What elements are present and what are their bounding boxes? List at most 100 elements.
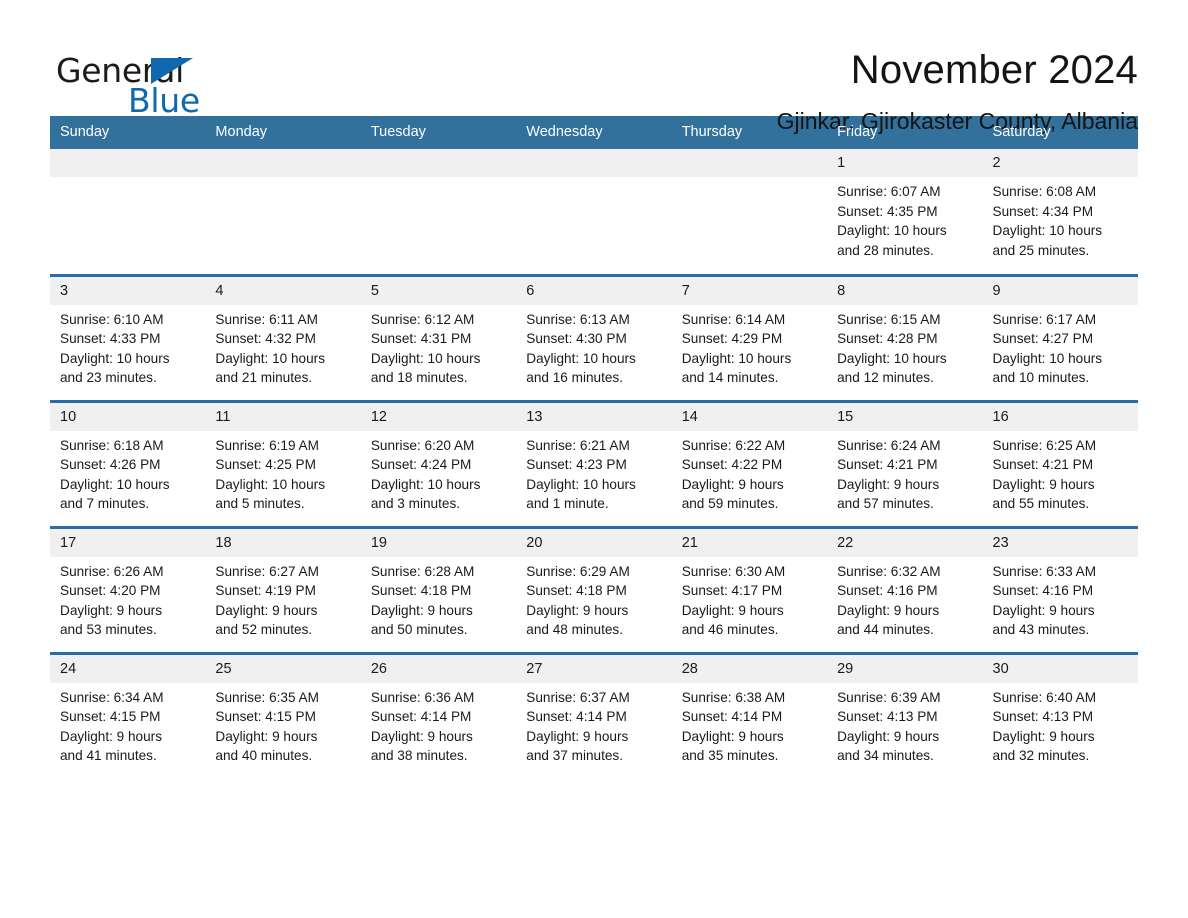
day-cell[interactable]: 21 Sunrise: 6:30 AM Sunset: 4:17 PM Dayligh… bbox=[671, 525, 828, 653]
day-cell[interactable]: 9 Sunrise: 6:17 AM Sunset: 4:27 PM Daylight… bbox=[982, 273, 1138, 401]
sunrise-text: Sunrise: 6:25 AM bbox=[992, 437, 1097, 453]
day-cell[interactable] bbox=[516, 149, 672, 275]
day-number: 12 bbox=[360, 402, 517, 431]
day-details: Sunrise: 6:14 AM Sunset: 4:29 PM Daylight:… bbox=[672, 305, 827, 388]
day-cell[interactable] bbox=[671, 149, 828, 275]
sunrise-text: Sunrise: 6:33 AM bbox=[992, 563, 1097, 579]
day-number: 15 bbox=[827, 402, 983, 431]
day-cell[interactable]: 29 Sunrise: 6:39 AM Sunset: 4:13 PM Dayligh… bbox=[827, 651, 983, 780]
day-number: 7 bbox=[671, 276, 828, 305]
sunrise-text: Sunrise: 6:12 AM bbox=[370, 311, 475, 327]
day-cell[interactable]: 20 Sunrise: 6:29 AM Sunset: 4:18 PM Dayligh… bbox=[516, 525, 672, 653]
day-number bbox=[516, 149, 672, 177]
day-cell-inner: 12 Sunrise: 6:20 AM Sunset: 4:24 PM Dayligh… bbox=[360, 402, 517, 526]
daylight-text-line1: Daylight: 10 hours bbox=[992, 350, 1103, 366]
day-number: 26 bbox=[360, 654, 517, 683]
day-number: 20 bbox=[516, 528, 672, 557]
daylight-text-line1: Daylight: 10 hours bbox=[526, 476, 636, 492]
day-cell[interactable]: 19 Sunrise: 6:28 AM Sunset: 4:18 PM Dayligh… bbox=[360, 525, 517, 653]
sunset-text: Sunset: 4:24 PM bbox=[370, 457, 472, 473]
day-cell[interactable]: 25 Sunrise: 6:35 AM Sunset: 4:15 PM Dayligh… bbox=[205, 651, 361, 779]
day-cell[interactable] bbox=[205, 149, 361, 275]
day-number: 3 bbox=[50, 276, 206, 305]
sunrise-text: Sunrise: 6:40 AM bbox=[992, 689, 1097, 705]
daylight-text-line1: Daylight: 10 hours bbox=[837, 350, 947, 366]
daylight-text-line2: and 57 minutes. bbox=[837, 496, 934, 512]
day-details: Sunrise: 6:35 AM Sunset: 4:15 PM Daylight:… bbox=[205, 683, 360, 766]
daylight-text-line1: Daylight: 10 hours bbox=[60, 350, 170, 366]
sunrise-text: Sunrise: 6:21 AM bbox=[526, 437, 630, 453]
day-cell[interactable]: 30 Sunrise: 6:40 AM Sunset: 4:13 PM Dayligh… bbox=[982, 651, 1138, 779]
day-cell[interactable]: 2 Sunrise: 6:08 AM Sunset: 4:34 PM Daylight… bbox=[982, 149, 1138, 275]
daylight-text-line1: Daylight: 9 hours bbox=[681, 476, 784, 492]
day-cell[interactable]: 3 Sunrise: 6:10 AM Sunset: 4:33 PM Daylight… bbox=[50, 273, 206, 401]
day-number: 4 bbox=[205, 276, 361, 305]
daylight-text-line2: and 48 minutes. bbox=[526, 622, 623, 638]
day-cell[interactable]: 5 Sunrise: 6:12 AM Sunset: 4:31 PM Daylight… bbox=[360, 273, 517, 401]
sunset-text: Sunset: 4:19 PM bbox=[215, 583, 316, 599]
sunrise-text: Sunrise: 6:11 AM bbox=[215, 311, 318, 327]
sunset-text: Sunset: 4:29 PM bbox=[681, 331, 783, 347]
day-number bbox=[205, 149, 361, 177]
day-cell[interactable]: 15 Sunrise: 6:24 AM Sunset: 4:21 PM Dayligh… bbox=[827, 399, 983, 527]
sunrise-text: Sunrise: 6:14 AM bbox=[681, 311, 786, 327]
day-cell[interactable]: 10 Sunrise: 6:18 AM Sunset: 4:26 PM Dayligh… bbox=[50, 399, 206, 527]
day-cell[interactable]: 1 Sunrise: 6:07 AM Sunset: 4:35 PM Daylight… bbox=[827, 149, 983, 275]
daylight-text-line1: Daylight: 9 hours bbox=[837, 476, 940, 492]
day-cell[interactable]: 18 Sunrise: 6:27 AM Sunset: 4:19 PM Dayligh… bbox=[205, 525, 361, 653]
day-number: 22 bbox=[827, 528, 983, 557]
day-details: Sunrise: 6:25 AM Sunset: 4:21 PM Daylight:… bbox=[983, 431, 1138, 514]
day-details: Sunrise: 6:39 AM Sunset: 4:13 PM Daylight:… bbox=[827, 683, 982, 766]
day-number: 6 bbox=[516, 276, 672, 305]
day-cell[interactable]: 4 Sunrise: 6:11 AM Sunset: 4:32 PM Daylight… bbox=[205, 273, 361, 401]
day-cell[interactable]: 22 Sunrise: 6:32 AM Sunset: 4:16 PM Dayligh… bbox=[827, 525, 983, 653]
day-cell-inner: 29 Sunrise: 6:39 AM Sunset: 4:13 PM Dayligh… bbox=[827, 654, 983, 780]
day-cell[interactable]: 7 Sunrise: 6:14 AM Sunset: 4:29 PM Daylight… bbox=[671, 273, 828, 401]
day-details: Sunrise: 6:07 AM Sunset: 4:35 PM Daylight:… bbox=[827, 177, 982, 260]
sunrise-text: Sunrise: 6:22 AM bbox=[681, 437, 786, 453]
day-cell[interactable]: 26 Sunrise: 6:36 AM Sunset: 4:14 PM Dayligh… bbox=[360, 651, 517, 779]
daylight-text-line2: and 46 minutes. bbox=[681, 622, 779, 638]
day-cell[interactable]: 14 Sunrise: 6:22 AM Sunset: 4:22 PM Dayligh… bbox=[671, 399, 828, 527]
day-details: Sunrise: 6:21 AM Sunset: 4:23 PM Daylight:… bbox=[516, 431, 671, 514]
daylight-text-line2: and 35 minutes. bbox=[681, 748, 779, 764]
day-number: 18 bbox=[205, 528, 361, 557]
day-cell[interactable]: 24 Sunrise: 6:34 AM Sunset: 4:15 PM Dayligh… bbox=[50, 651, 206, 779]
day-cell[interactable]: 6 Sunrise: 6:13 AM Sunset: 4:30 PM Daylight… bbox=[516, 273, 672, 401]
week-row: 1 Sunrise: 6:07 AM Sunset: 4:35 PM Daylight… bbox=[50, 149, 1138, 275]
day-cell[interactable]: 23 Sunrise: 6:33 AM Sunset: 4:16 PM Dayligh… bbox=[982, 525, 1138, 653]
day-cell[interactable]: 8 Sunrise: 6:15 AM Sunset: 4:28 PM Daylight… bbox=[827, 273, 983, 401]
sunset-text: Sunset: 4:17 PM bbox=[681, 583, 783, 599]
generalblue-logo[interactable]: General Blue bbox=[50, 46, 210, 118]
day-cell[interactable]: 16 Sunrise: 6:25 AM Sunset: 4:21 PM Dayligh… bbox=[982, 399, 1138, 527]
sunrise-text: Sunrise: 6:34 AM bbox=[60, 689, 164, 705]
calendar-body: 1 Sunrise: 6:07 AM Sunset: 4:35 PM Daylight… bbox=[50, 149, 1138, 779]
day-number: 23 bbox=[982, 528, 1138, 557]
day-cell[interactable] bbox=[50, 149, 206, 275]
sunrise-text: Sunrise: 6:39 AM bbox=[837, 689, 941, 705]
sunset-text: Sunset: 4:26 PM bbox=[60, 457, 161, 473]
day-number: 10 bbox=[50, 402, 206, 431]
daylight-text-line1: Daylight: 9 hours bbox=[60, 728, 163, 744]
day-cell[interactable]: 17 Sunrise: 6:26 AM Sunset: 4:20 PM Dayligh… bbox=[50, 525, 206, 653]
day-cell[interactable]: 13 Sunrise: 6:21 AM Sunset: 4:23 PM Dayligh… bbox=[516, 399, 672, 527]
day-cell[interactable] bbox=[360, 149, 517, 275]
daylight-text-line2: and 23 minutes. bbox=[60, 370, 157, 386]
sunrise-text: Sunrise: 6:27 AM bbox=[215, 563, 319, 579]
day-cell-inner: 9 Sunrise: 6:17 AM Sunset: 4:27 PM Daylight… bbox=[982, 276, 1138, 400]
sunset-text: Sunset: 4:33 PM bbox=[60, 331, 161, 347]
day-number: 16 bbox=[982, 402, 1138, 431]
sunset-text: Sunset: 4:28 PM bbox=[837, 331, 938, 347]
day-cell-inner: 5 Sunrise: 6:12 AM Sunset: 4:31 PM Daylight… bbox=[360, 276, 517, 400]
day-details: Sunrise: 6:26 AM Sunset: 4:20 PM Daylight:… bbox=[50, 557, 205, 640]
day-number: 17 bbox=[50, 528, 206, 557]
day-cell-inner: 19 Sunrise: 6:28 AM Sunset: 4:18 PM Dayligh… bbox=[360, 528, 517, 652]
sunset-text: Sunset: 4:35 PM bbox=[837, 203, 938, 219]
day-cell[interactable]: 12 Sunrise: 6:20 AM Sunset: 4:24 PM Dayligh… bbox=[360, 399, 517, 527]
sunset-text: Sunset: 4:15 PM bbox=[60, 709, 161, 725]
sunrise-text: Sunrise: 6:37 AM bbox=[526, 689, 630, 705]
day-cell[interactable]: 28 Sunrise: 6:38 AM Sunset: 4:14 PM Dayligh… bbox=[671, 651, 828, 779]
day-number bbox=[360, 149, 517, 177]
day-cell[interactable]: 11 Sunrise: 6:19 AM Sunset: 4:25 PM Dayligh… bbox=[205, 399, 361, 527]
day-cell[interactable]: 27 Sunrise: 6:37 AM Sunset: 4:14 PM Dayligh… bbox=[516, 651, 672, 779]
